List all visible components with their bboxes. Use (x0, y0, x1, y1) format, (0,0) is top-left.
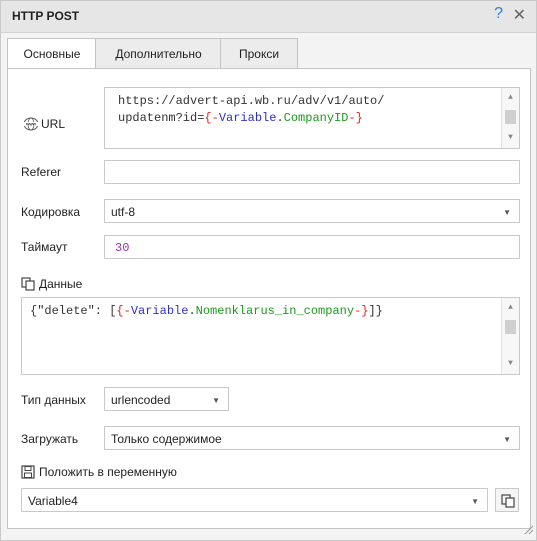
url-text: https://advert-api.wb.ru/adv/v1/auto/ up… (118, 93, 384, 127)
www-globe-icon: www (23, 117, 39, 134)
timeout-input[interactable]: 30 (104, 235, 520, 259)
url-var-close-brace: -} (348, 111, 363, 125)
tab-proxy[interactable]: Прокси (220, 38, 298, 69)
encoding-value: utf-8 (111, 205, 136, 219)
dialog-title: HTTP POST (12, 9, 80, 23)
data-prefix: {"delete": [ (30, 304, 117, 318)
copy-data-icon (21, 277, 35, 294)
chevron-down-icon: ▼ (503, 208, 511, 217)
scroll-up-icon[interactable]: ▲ (502, 90, 519, 106)
copy-variable-button[interactable] (495, 488, 519, 512)
data-scrollbar[interactable]: ▲ ▼ (501, 298, 519, 374)
svg-text:www: www (25, 122, 37, 127)
scroll-thumb[interactable] (505, 320, 516, 334)
data-var-dot: . (188, 304, 196, 318)
chevron-down-icon: ▼ (471, 497, 479, 506)
url-scrollbar[interactable]: ▲ ▼ (501, 88, 519, 148)
data-var-open-brace: {- (116, 304, 131, 318)
scroll-down-icon[interactable]: ▼ (502, 130, 519, 146)
data-type-value: urlencoded (111, 393, 171, 407)
url-textarea[interactable]: https://advert-api.wb.ru/adv/v1/auto/ up… (104, 87, 520, 149)
referer-input[interactable] (104, 160, 520, 184)
url-var-name: CompanyID (283, 111, 349, 125)
url-line-2: updatenm?id={-Variable.CompanyID-} (118, 110, 384, 127)
timeout-label: Таймаут (21, 240, 68, 254)
scroll-up-icon[interactable]: ▲ (502, 300, 519, 316)
data-type-label: Тип данных (21, 393, 86, 407)
url-var-open-brace: {- (204, 111, 219, 125)
chevron-down-icon: ▼ (503, 435, 511, 444)
data-label: Данные (39, 277, 83, 291)
data-suffix: ]} (368, 304, 383, 318)
tab-basic[interactable]: Основные (7, 38, 97, 70)
save-to-variable-label: Положить в переменную (39, 465, 177, 479)
url-label: URL (41, 117, 66, 131)
url-line-2-prefix: updatenm?id= (118, 111, 205, 125)
encoding-dropdown[interactable]: utf-8 ▼ (104, 199, 520, 223)
help-icon[interactable]: ? (494, 5, 503, 23)
save-icon (21, 465, 35, 482)
scroll-down-icon[interactable]: ▼ (502, 356, 519, 372)
data-type-dropdown[interactable]: urlencoded ▼ (104, 387, 229, 411)
chevron-down-icon: ▼ (212, 396, 220, 405)
data-var-name: Nomenklarus_in_company (195, 304, 355, 318)
referer-label: Referer (21, 165, 62, 179)
variable-value: Variable4 (28, 494, 78, 508)
variable-dropdown[interactable]: Variable4 ▼ (21, 488, 488, 512)
data-var-close-brace: -} (354, 304, 369, 318)
encoding-label: Кодировка (21, 205, 81, 219)
load-value: Только содержимое (111, 432, 222, 446)
http-post-dialog: HTTP POST ? ✕ Основные Дополнительно Про… (0, 0, 537, 541)
copy-icon (501, 494, 515, 511)
url-var-keyword: Variable (218, 111, 277, 125)
tab-advanced[interactable]: Дополнительно (95, 38, 222, 69)
tab-panel-basic: www URL https://advert-api.wb.ru/adv/v1/… (7, 68, 531, 529)
title-bar: HTTP POST ? ✕ (1, 1, 536, 33)
load-label: Загружать (21, 432, 79, 446)
resize-grip-icon[interactable] (522, 523, 534, 538)
data-text: {"delete": [{-Variable.Nomenklarus_in_co… (30, 303, 383, 320)
url-var-dot: . (276, 111, 284, 125)
url-line-1: https://advert-api.wb.ru/adv/v1/auto/ (118, 94, 385, 108)
data-textarea[interactable]: {"delete": [{-Variable.Nomenklarus_in_co… (21, 297, 520, 375)
data-var-keyword: Variable (130, 304, 189, 318)
load-dropdown[interactable]: Только содержимое ▼ (104, 426, 520, 450)
close-icon[interactable]: ✕ (513, 5, 526, 25)
scroll-thumb[interactable] (505, 110, 516, 124)
timeout-value: 30 (115, 241, 130, 255)
